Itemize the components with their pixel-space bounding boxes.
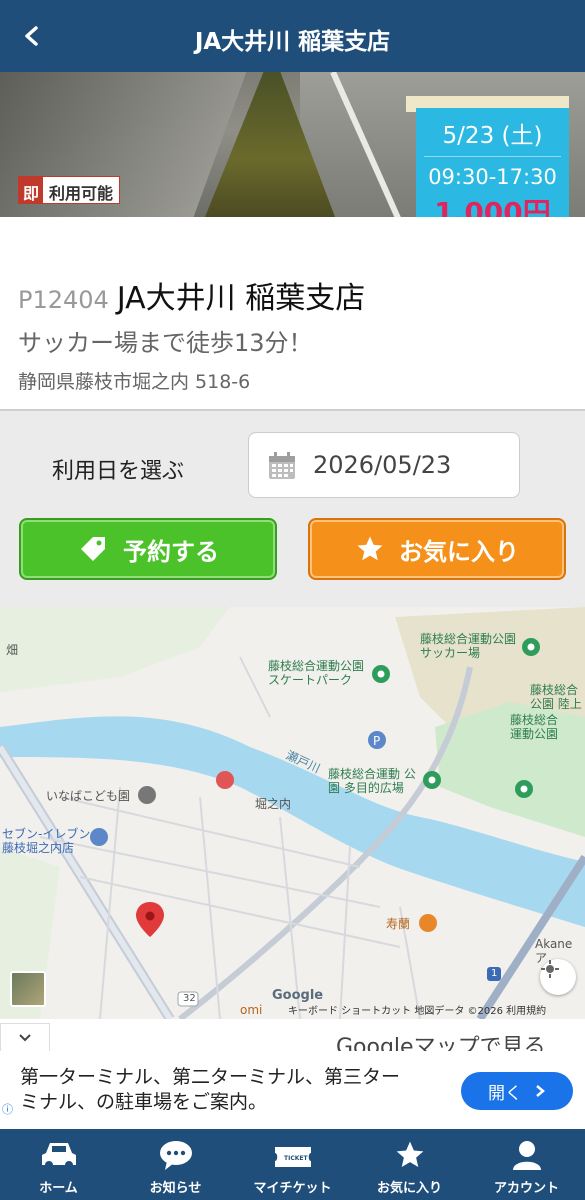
map-label-seven: セブン-イレブン 藤枝堀之内店 bbox=[2, 827, 91, 855]
crosshair-icon bbox=[541, 960, 559, 978]
svg-text:P: P bbox=[373, 734, 380, 748]
ad-open-label: 開く bbox=[488, 1083, 522, 1104]
map-label-horinouchi: 堀之内 bbox=[255, 797, 292, 811]
nav-notifications[interactable]: お知らせ bbox=[117, 1129, 234, 1200]
parking-info: P12404 JA大井川 稲葉支店 サッカー場まで徒歩13分！ 静岡県藤枝市堀之内… bbox=[0, 217, 585, 411]
tag-hours: 09:30-17:30 bbox=[428, 165, 557, 189]
tag-icon bbox=[81, 537, 105, 561]
tag-date: 5/23 (土) bbox=[442, 123, 543, 149]
availability-badge: 即 利用可能 bbox=[18, 176, 121, 204]
route-32: 32 bbox=[183, 993, 196, 1004]
google-logo: Google bbox=[272, 988, 324, 1003]
date-label: 利用日を選ぶ bbox=[52, 459, 185, 484]
calendar-icon bbox=[269, 452, 295, 479]
app-header: JA大井川 稲葉支店 bbox=[0, 0, 585, 72]
chevron-right-icon bbox=[536, 1085, 545, 1097]
bottom-nav: ホーム お知らせ TICKET マイチケット お気に入り アカウント bbox=[0, 1129, 585, 1200]
booking-section: 利用日を選ぶ 2026/05/23 予約する お気に入り bbox=[0, 411, 585, 607]
reserve-label: 予約する bbox=[123, 537, 219, 566]
nav-home[interactable]: ホーム bbox=[0, 1129, 117, 1200]
page-title: JA大井川 稲葉支店 bbox=[194, 29, 391, 55]
ad-banner[interactable]: 第一ターミナル、第二ターミナル、第三ターミナル、の駐車場をご案内。 ⓘ 開く bbox=[0, 1051, 585, 1129]
map-label-hata: 畑 bbox=[6, 643, 19, 657]
favorite-button[interactable]: お気に入り bbox=[308, 518, 566, 580]
parking-name: JA大井川 稲葉支店 bbox=[116, 281, 366, 316]
star-icon bbox=[396, 1141, 423, 1167]
map-label-tamokuteki: 藤枝総合運動 公園 多目的広場 bbox=[328, 767, 416, 795]
ad-info-icon[interactable]: ⓘ bbox=[2, 1101, 13, 1117]
availability-text: 利用可能 bbox=[49, 184, 114, 203]
date-value: 2026/05/23 bbox=[313, 451, 452, 479]
nav-my-ticket[interactable]: TICKET マイチケット bbox=[234, 1129, 351, 1200]
person-icon bbox=[512, 1141, 541, 1170]
map-label-sushi: 寿蘭 bbox=[386, 917, 411, 931]
star-icon bbox=[357, 536, 383, 561]
satellite-toggle[interactable] bbox=[10, 971, 46, 1007]
map-view[interactable]: P 畑 藤枝総合運動公園 サッカー場 藤枝総合運動公園 スケートパーク 藤枝総合… bbox=[0, 607, 585, 1019]
parking-catchphrase: サッカー場まで徒歩13分！ bbox=[18, 329, 313, 357]
favorite-label: お気に入り bbox=[399, 537, 519, 566]
chevron-down-icon bbox=[19, 1034, 31, 1042]
collapse-button[interactable] bbox=[0, 1023, 50, 1053]
chat-bubble-icon bbox=[159, 1141, 192, 1170]
reserve-button[interactable]: 予約する bbox=[19, 518, 277, 580]
map-label-skate: 藤枝総合運動公園 スケートパーク bbox=[268, 659, 365, 687]
svg-text:TICKET: TICKET bbox=[284, 1155, 308, 1162]
ad-text: 第一ターミナル、第二ターミナル、第三ターミナル、の駐車場をご案内。 bbox=[20, 1066, 401, 1113]
ad-open-button[interactable]: 開く bbox=[461, 1072, 573, 1110]
date-picker-input[interactable]: 2026/05/23 bbox=[248, 432, 520, 498]
nav-account[interactable]: アカウント bbox=[468, 1129, 585, 1200]
map-label-undo: 藤枝総合 運動公園 bbox=[510, 713, 559, 741]
map-attribution[interactable]: キーボード ショートカット 地図データ ©2026 利用規約 bbox=[288, 1002, 546, 1017]
parking-code: P12404 bbox=[18, 286, 109, 314]
map-label-kodomo: いなばこども園 bbox=[46, 789, 131, 803]
instant-mark: 即 bbox=[19, 177, 44, 203]
nav-favorites[interactable]: お気に入り bbox=[351, 1129, 468, 1200]
map-label-soccer: 藤枝総合運動公園 サッカー場 bbox=[420, 632, 517, 660]
parking-address: 静岡県藤枝市堀之内 518-6 bbox=[18, 371, 251, 393]
route-1: 1 bbox=[491, 968, 498, 979]
map-label-omi: omi bbox=[240, 1003, 263, 1017]
map-label-rikujo: 藤枝総合 公園 陸上 bbox=[530, 683, 582, 711]
car-icon bbox=[41, 1143, 76, 1169]
recenter-button[interactable] bbox=[540, 959, 576, 995]
ticket-icon: TICKET bbox=[274, 1147, 311, 1167]
